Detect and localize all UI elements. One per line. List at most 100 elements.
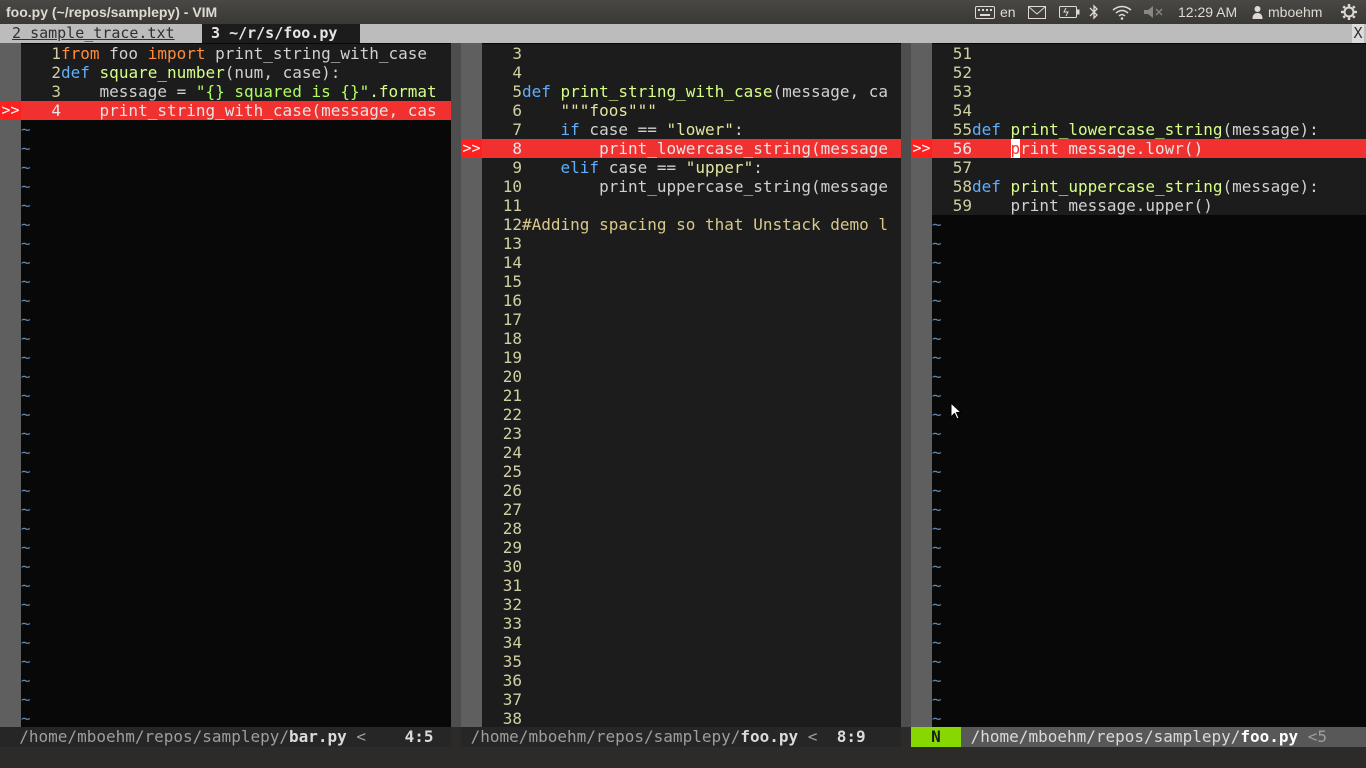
code-line[interactable]: 3	[482, 44, 901, 63]
statusline-bar-py[interactable]: /home/mboehm/repos/samplepy/bar.py < 4:5	[0, 727, 451, 747]
empty-line-marker: ~	[932, 500, 942, 519]
code-line[interactable]: 6 """foos"""	[482, 101, 901, 120]
code-token: (message, ca	[772, 82, 889, 101]
code-line[interactable]: 28	[482, 519, 901, 538]
highlighted-code-line[interactable]: 56 print message.lowr()	[932, 139, 1366, 158]
code-line[interactable]: 9 elif case == "upper":	[482, 158, 901, 177]
tab-sample-trace[interactable]: 2 sample_trace.txt	[0, 24, 202, 43]
code-line[interactable]: 26	[482, 481, 901, 500]
code-line[interactable]: 2 def square_number(num, case):	[21, 63, 451, 82]
empty-line-marker: ~	[21, 405, 31, 424]
code-line[interactable]: 51	[932, 44, 1366, 63]
code-line[interactable]: 30	[482, 557, 901, 576]
statusline-foo-py-active[interactable]: N /home/mboehm/repos/samplepy/foo.py <5	[911, 727, 1366, 747]
code-line[interactable]: 14	[482, 253, 901, 272]
code-line[interactable]: 32	[482, 595, 901, 614]
sound-indicator[interactable]	[1143, 2, 1163, 22]
code-line[interactable]: 59 print message.upper()	[932, 196, 1366, 215]
code-line[interactable]: 19	[482, 348, 901, 367]
split-foo-py-upper[interactable]: 3 4 5 def print_string_with_case(message, c…	[461, 43, 901, 727]
vertical-split-divider[interactable]	[451, 43, 461, 727]
battery-indicator[interactable]	[1059, 2, 1080, 22]
line-number: 3	[512, 44, 522, 63]
wifi-indicator[interactable]	[1112, 2, 1132, 22]
code-line[interactable]: 1 from foo import print_string_with_case	[21, 44, 451, 63]
empty-line-marker: ~	[932, 576, 942, 595]
status-arrow: <	[807, 727, 818, 746]
code-line[interactable]: 37	[482, 690, 901, 709]
code-token: print_string_with_case	[205, 44, 428, 63]
mouse-pointer-icon	[950, 402, 962, 420]
highlighted-code-line[interactable]: 4 print_string_with_case(message, cas	[21, 101, 451, 120]
code-line[interactable]: 10 print_uppercase_string(message	[482, 177, 901, 196]
code-line[interactable]: 3 message = "{} squared is {}".format	[21, 82, 451, 101]
code-line[interactable]: 5 def print_string_with_case(message, ca	[482, 82, 901, 101]
code-token: "{} squared is {}"	[195, 82, 370, 101]
clock-indicator[interactable]: 12:29 AM	[1178, 2, 1237, 22]
code-line[interactable]: 25	[482, 462, 901, 481]
mail-icon	[1028, 5, 1046, 19]
tab-foo-py[interactable]: 3 ~/r/s/foo.py	[202, 24, 360, 43]
code-line[interactable]: 57	[932, 158, 1366, 177]
code-line[interactable]: 18	[482, 329, 901, 348]
code-line[interactable]: 23	[482, 424, 901, 443]
statusline-foo-py-upper[interactable]: /home/mboehm/repos/samplepy/foo.py < 8:9	[461, 727, 901, 747]
line-number: 14	[502, 253, 522, 272]
code-line[interactable]: 15	[482, 272, 901, 291]
code-line[interactable]: 58 def print_uppercase_string(message):	[932, 177, 1366, 196]
code-line[interactable]: 21	[482, 386, 901, 405]
line-number: 25	[502, 462, 522, 481]
code-line[interactable]: 24	[482, 443, 901, 462]
empty-line-marker: ~	[932, 253, 942, 272]
code-line[interactable]: 53	[932, 82, 1366, 101]
line-number: 35	[502, 652, 522, 671]
split-bar-py[interactable]: 1 from foo import print_string_with_case 2…	[0, 43, 451, 727]
code-line[interactable]: 11	[482, 196, 901, 215]
code-line[interactable]: 35	[482, 652, 901, 671]
code-line[interactable]: 55 def print_lowercase_string(message):	[932, 120, 1366, 139]
bluetooth-indicator[interactable]	[1089, 2, 1099, 22]
code-line[interactable]: 12 #Adding spacing so that Unstack demo l	[482, 215, 901, 234]
code-line[interactable]: 13	[482, 234, 901, 253]
highlighted-code-line[interactable]: 8 print_lowercase_string(message	[482, 139, 901, 158]
empty-line-marker: ~	[932, 671, 942, 690]
empty-line-marker: ~	[21, 177, 31, 196]
code-token: print_uppercase_string(message	[522, 177, 889, 196]
session-menu[interactable]	[1340, 2, 1358, 22]
code-line[interactable]: 20	[482, 367, 901, 386]
keyboard-indicator[interactable]: en	[975, 2, 1016, 22]
empty-line-marker: ~	[932, 348, 942, 367]
close-tab-button[interactable]: X	[1352, 24, 1364, 43]
user-indicator[interactable]: mboehm	[1252, 2, 1322, 22]
code-line[interactable]: 31	[482, 576, 901, 595]
code-line[interactable]: 27	[482, 500, 901, 519]
vertical-split-divider[interactable]	[901, 43, 911, 727]
empty-line-marker: ~	[21, 652, 31, 671]
code-line[interactable]: 22	[482, 405, 901, 424]
code-line[interactable]: 52	[932, 63, 1366, 82]
status-path: /home/mboehm/repos/samplepy/	[970, 727, 1241, 746]
code-line[interactable]: 7 if case == "lower":	[482, 120, 901, 139]
line-number: 26	[502, 481, 522, 500]
code-line[interactable]: 34	[482, 633, 901, 652]
line-number: 55	[952, 120, 972, 139]
speaker-muted-icon	[1144, 6, 1163, 18]
status-filename: bar.py	[288, 727, 347, 746]
empty-line-marker: ~	[21, 690, 31, 709]
code-line[interactable]: 4	[482, 63, 901, 82]
line-number: 30	[502, 557, 522, 576]
code-line[interactable]: 54	[932, 101, 1366, 120]
status-filename: foo.py	[1240, 727, 1299, 746]
line-number: 9	[512, 158, 522, 177]
code-line[interactable]: 33	[482, 614, 901, 633]
mail-indicator[interactable]	[1028, 2, 1046, 22]
code-line[interactable]: 36	[482, 671, 901, 690]
breakpoint-sign: >>	[461, 139, 482, 158]
split-foo-py-lower[interactable]: 51 52 53 54 55 def print_lowercase_string(mes…	[911, 43, 1366, 727]
code-line[interactable]: 16	[482, 291, 901, 310]
code-line[interactable]: 29	[482, 538, 901, 557]
code-line[interactable]: 38	[482, 709, 901, 727]
code-line[interactable]: 17	[482, 310, 901, 329]
vim-command-line[interactable]	[0, 747, 1366, 768]
